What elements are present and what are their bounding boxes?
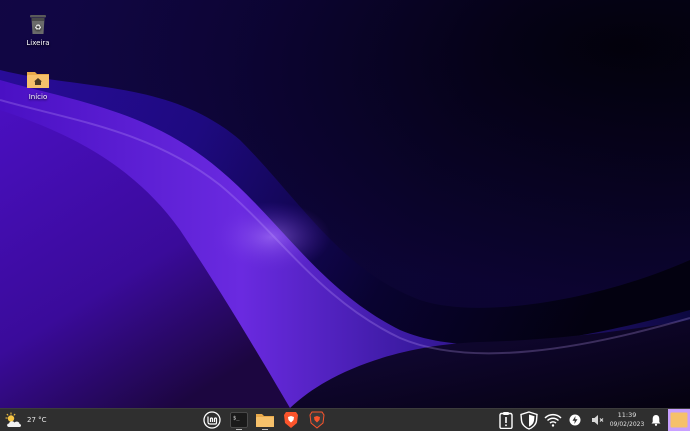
show-desktop-button[interactable] [668,409,690,431]
menu-button[interactable] [201,409,223,431]
shield-icon [520,410,538,430]
volume-muted-icon [592,415,604,425]
terminal-icon: $_ [230,412,248,428]
brave-private-icon [309,411,325,429]
running-indicator [262,429,268,430]
wallpaper [0,0,690,408]
desktop-icon-label: Início [28,93,48,101]
running-indicator [236,429,242,430]
notifications-applet[interactable] [648,409,664,431]
terminal-launcher[interactable]: $_ [228,409,250,431]
files-launcher[interactable] [254,409,276,431]
clipboard-applet[interactable] [496,409,516,431]
clock-date: 09/02/2023 [609,421,645,428]
home-folder-icon [27,72,49,88]
linux-mint-menu-icon [203,411,221,429]
clock-time: 11:39 [617,411,637,419]
update-icon [569,414,581,426]
taskbar: 27 °C $_ 11:39 09/02/2023 [0,408,690,431]
update-applet[interactable] [566,409,584,431]
svg-text:♻: ♻ [34,23,41,32]
clipboard-icon [499,412,513,429]
wifi-icon [544,413,562,427]
partly-cloudy-icon [5,412,21,427]
shield-applet[interactable] [518,409,540,431]
brave-private-launcher[interactable] [306,409,328,431]
brave-launcher[interactable] [280,409,302,431]
volume-applet[interactable] [589,409,607,431]
bell-icon [651,415,661,426]
wifi-applet[interactable] [542,409,564,431]
show-desktop-icon [670,412,688,428]
folder-icon [256,414,274,427]
desktop[interactable]: ♻ Lixeira Início [0,0,690,408]
weather-temperature: 27 °C [27,416,47,424]
desktop-icon-label: Lixeira [26,39,50,47]
svg-text:$_: $_ [233,416,240,422]
brave-browser-icon [284,412,298,428]
weather-applet[interactable]: 27 °C [4,409,50,431]
trash-icon: ♻ [30,15,46,34]
desktop-icon-trash[interactable]: ♻ Lixeira [13,12,63,47]
clock-applet[interactable]: 11:39 09/02/2023 [608,409,646,431]
desktop-icon-home[interactable]: Início [13,68,63,101]
